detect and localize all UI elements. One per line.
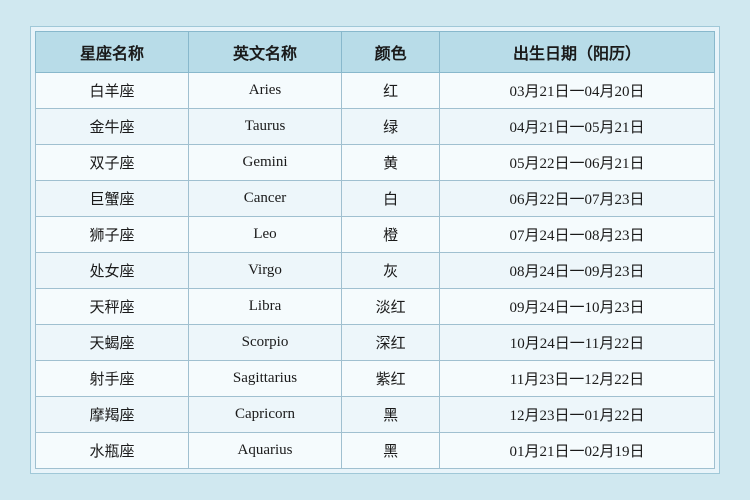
cell-dates: 10月24日一11月22日 — [440, 325, 715, 361]
table-row: 狮子座Leo橙07月24日一08月23日 — [36, 217, 715, 253]
header-english-name: 英文名称 — [188, 32, 341, 73]
cell-dates: 07月24日一08月23日 — [440, 217, 715, 253]
cell-color: 黑 — [342, 397, 440, 433]
header-dates: 出生日期（阳历） — [440, 32, 715, 73]
cell-color: 绿 — [342, 109, 440, 145]
table-row: 巨蟹座Cancer白06月22日一07月23日 — [36, 181, 715, 217]
cell-color: 黑 — [342, 433, 440, 469]
cell-chinese-name: 白羊座 — [36, 73, 189, 109]
cell-english-name: Taurus — [188, 109, 341, 145]
zodiac-table-container: 星座名称 英文名称 颜色 出生日期（阳历） 白羊座Aries红03月21日一04… — [30, 26, 720, 474]
cell-dates: 11月23日一12月22日 — [440, 361, 715, 397]
cell-color: 橙 — [342, 217, 440, 253]
cell-chinese-name: 天秤座 — [36, 289, 189, 325]
table-row: 天蝎座Scorpio深红10月24日一11月22日 — [36, 325, 715, 361]
cell-chinese-name: 金牛座 — [36, 109, 189, 145]
cell-dates: 09月24日一10月23日 — [440, 289, 715, 325]
table-row: 摩羯座Capricorn黑12月23日一01月22日 — [36, 397, 715, 433]
cell-chinese-name: 双子座 — [36, 145, 189, 181]
cell-chinese-name: 摩羯座 — [36, 397, 189, 433]
cell-color: 黄 — [342, 145, 440, 181]
cell-color: 红 — [342, 73, 440, 109]
cell-dates: 12月23日一01月22日 — [440, 397, 715, 433]
cell-color: 淡红 — [342, 289, 440, 325]
cell-english-name: Scorpio — [188, 325, 341, 361]
cell-dates: 08月24日一09月23日 — [440, 253, 715, 289]
cell-english-name: Capricorn — [188, 397, 341, 433]
table-body: 白羊座Aries红03月21日一04月20日金牛座Taurus绿04月21日一0… — [36, 73, 715, 469]
cell-dates: 01月21日一02月19日 — [440, 433, 715, 469]
cell-english-name: Gemini — [188, 145, 341, 181]
cell-english-name: Libra — [188, 289, 341, 325]
table-row: 处女座Virgo灰08月24日一09月23日 — [36, 253, 715, 289]
cell-dates: 05月22日一06月21日 — [440, 145, 715, 181]
cell-color: 深红 — [342, 325, 440, 361]
table-row: 金牛座Taurus绿04月21日一05月21日 — [36, 109, 715, 145]
header-color: 颜色 — [342, 32, 440, 73]
cell-english-name: Cancer — [188, 181, 341, 217]
table-row: 水瓶座Aquarius黑01月21日一02月19日 — [36, 433, 715, 469]
cell-english-name: Aquarius — [188, 433, 341, 469]
cell-chinese-name: 射手座 — [36, 361, 189, 397]
cell-chinese-name: 天蝎座 — [36, 325, 189, 361]
header-chinese-name: 星座名称 — [36, 32, 189, 73]
table-row: 双子座Gemini黄05月22日一06月21日 — [36, 145, 715, 181]
cell-color: 灰 — [342, 253, 440, 289]
cell-english-name: Virgo — [188, 253, 341, 289]
cell-chinese-name: 狮子座 — [36, 217, 189, 253]
cell-chinese-name: 处女座 — [36, 253, 189, 289]
cell-dates: 03月21日一04月20日 — [440, 73, 715, 109]
cell-color: 紫红 — [342, 361, 440, 397]
cell-chinese-name: 水瓶座 — [36, 433, 189, 469]
table-row: 天秤座Libra淡红09月24日一10月23日 — [36, 289, 715, 325]
cell-english-name: Aries — [188, 73, 341, 109]
table-row: 白羊座Aries红03月21日一04月20日 — [36, 73, 715, 109]
cell-color: 白 — [342, 181, 440, 217]
cell-english-name: Sagittarius — [188, 361, 341, 397]
cell-dates: 06月22日一07月23日 — [440, 181, 715, 217]
cell-chinese-name: 巨蟹座 — [36, 181, 189, 217]
cell-dates: 04月21日一05月21日 — [440, 109, 715, 145]
table-header-row: 星座名称 英文名称 颜色 出生日期（阳历） — [36, 32, 715, 73]
cell-english-name: Leo — [188, 217, 341, 253]
table-row: 射手座Sagittarius紫红11月23日一12月22日 — [36, 361, 715, 397]
zodiac-table: 星座名称 英文名称 颜色 出生日期（阳历） 白羊座Aries红03月21日一04… — [35, 31, 715, 469]
